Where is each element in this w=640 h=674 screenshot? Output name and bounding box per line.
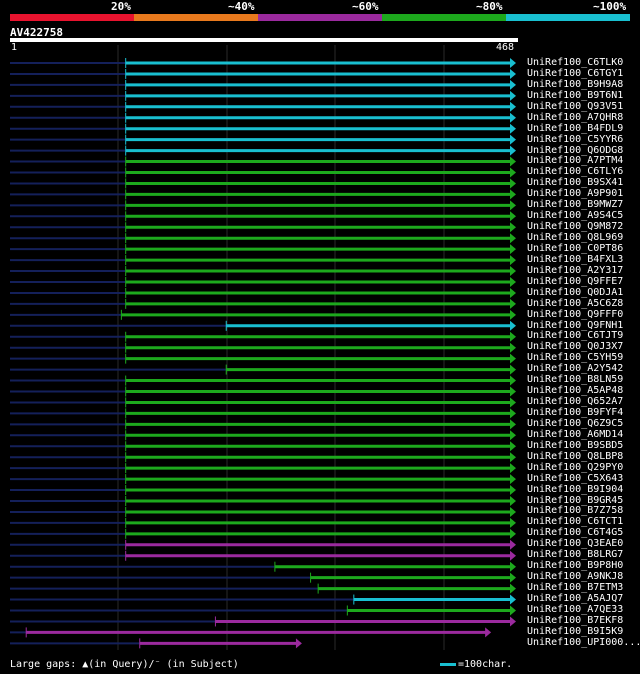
hit-label[interactable]: UniRef100_Q29PY0	[527, 462, 640, 474]
hit-arrowhead	[510, 463, 516, 474]
scale-key-text: =100char.	[458, 659, 513, 670]
hit-label[interactable]: UniRef100_A7QHR8	[527, 112, 640, 124]
hit-arrowhead	[510, 58, 516, 68]
hit-arrowhead	[510, 233, 516, 244]
hit-arrowhead	[510, 331, 516, 342]
hit-arrowhead	[510, 112, 516, 123]
hit-arrowhead	[510, 496, 516, 506]
hit-label[interactable]: UniRef100_C5YYR6	[527, 134, 640, 146]
hit-arrowhead	[510, 550, 516, 561]
hit-label[interactable]: UniRef100_B4FDL9	[527, 123, 640, 135]
hit-arrowhead	[510, 539, 516, 550]
hit-arrowhead	[510, 178, 516, 189]
hit-label[interactable]: UniRef100_A5C6Z8	[527, 298, 640, 310]
hit-arrowhead	[510, 298, 516, 309]
hit-arrowhead	[510, 266, 516, 277]
hit-arrowhead	[510, 375, 516, 386]
hit-arrowhead	[510, 287, 516, 298]
hit-arrowhead	[510, 353, 516, 364]
cyan-swatch	[440, 662, 456, 666]
hit-arrowhead	[510, 189, 516, 200]
scale-key: =100char.	[440, 659, 512, 670]
hit-arrowhead	[510, 68, 516, 79]
hit-arrowhead	[510, 528, 516, 539]
hit-label[interactable]: UniRef100_C5X643	[527, 473, 640, 485]
hit-label[interactable]: UniRef100_Q9FFF0	[527, 309, 640, 321]
hit-arrowhead	[510, 134, 516, 145]
hit-arrowhead	[510, 616, 516, 627]
hit-arrowhead	[510, 79, 516, 90]
hit-arrowhead	[510, 430, 516, 441]
gap-legend: Large gaps: ▲(in Query)/⁻ (in Subject)	[10, 659, 239, 670]
hit-arrowhead	[510, 222, 516, 233]
hit-arrowhead	[510, 485, 516, 496]
hit-label[interactable]: UniRef100_B9I904	[527, 484, 640, 496]
hit-arrowhead	[510, 364, 516, 375]
hit-arrowhead	[510, 572, 516, 583]
hit-arrowhead	[510, 156, 516, 167]
hit-arrowhead	[510, 211, 516, 222]
hit-label[interactable]: UniRef100_UPI000...	[527, 637, 640, 649]
hit-arrowhead	[510, 594, 516, 605]
hit-arrowhead	[510, 145, 516, 156]
hit-arrowhead	[485, 627, 492, 638]
hit-arrowhead	[295, 638, 302, 649]
hit-arrowhead	[510, 561, 516, 572]
hit-arrowhead	[510, 408, 516, 419]
hit-arrowhead	[510, 101, 516, 112]
hit-label[interactable]: UniRef100_Q0DJA1	[527, 287, 640, 299]
hit-arrowhead	[510, 441, 516, 452]
hit-arrowhead	[510, 517, 516, 528]
hit-arrowhead	[510, 386, 516, 397]
hit-arrowhead	[510, 255, 516, 266]
hit-arrowhead	[510, 474, 516, 485]
hit-arrowhead	[510, 277, 516, 287]
hit-arrowhead	[510, 605, 516, 616]
hit-arrowhead	[510, 506, 516, 517]
hit-arrowhead	[510, 90, 516, 101]
hit-arrowhead	[510, 200, 516, 211]
hit-arrowhead	[510, 320, 516, 331]
hit-arrowhead	[510, 452, 516, 463]
hit-arrowhead	[510, 167, 516, 178]
hit-arrowhead	[510, 123, 516, 134]
hit-arrowhead	[510, 397, 516, 408]
hit-arrowhead	[510, 309, 516, 320]
hit-label-list: UniRef100_C6TLK0 UniRef100_C6TGY1 UniRef10…	[527, 57, 640, 649]
hit-arrowhead	[510, 419, 516, 430]
hit-arrowhead	[510, 342, 516, 353]
hit-arrowhead	[510, 583, 516, 594]
hit-arrowhead	[510, 244, 516, 255]
